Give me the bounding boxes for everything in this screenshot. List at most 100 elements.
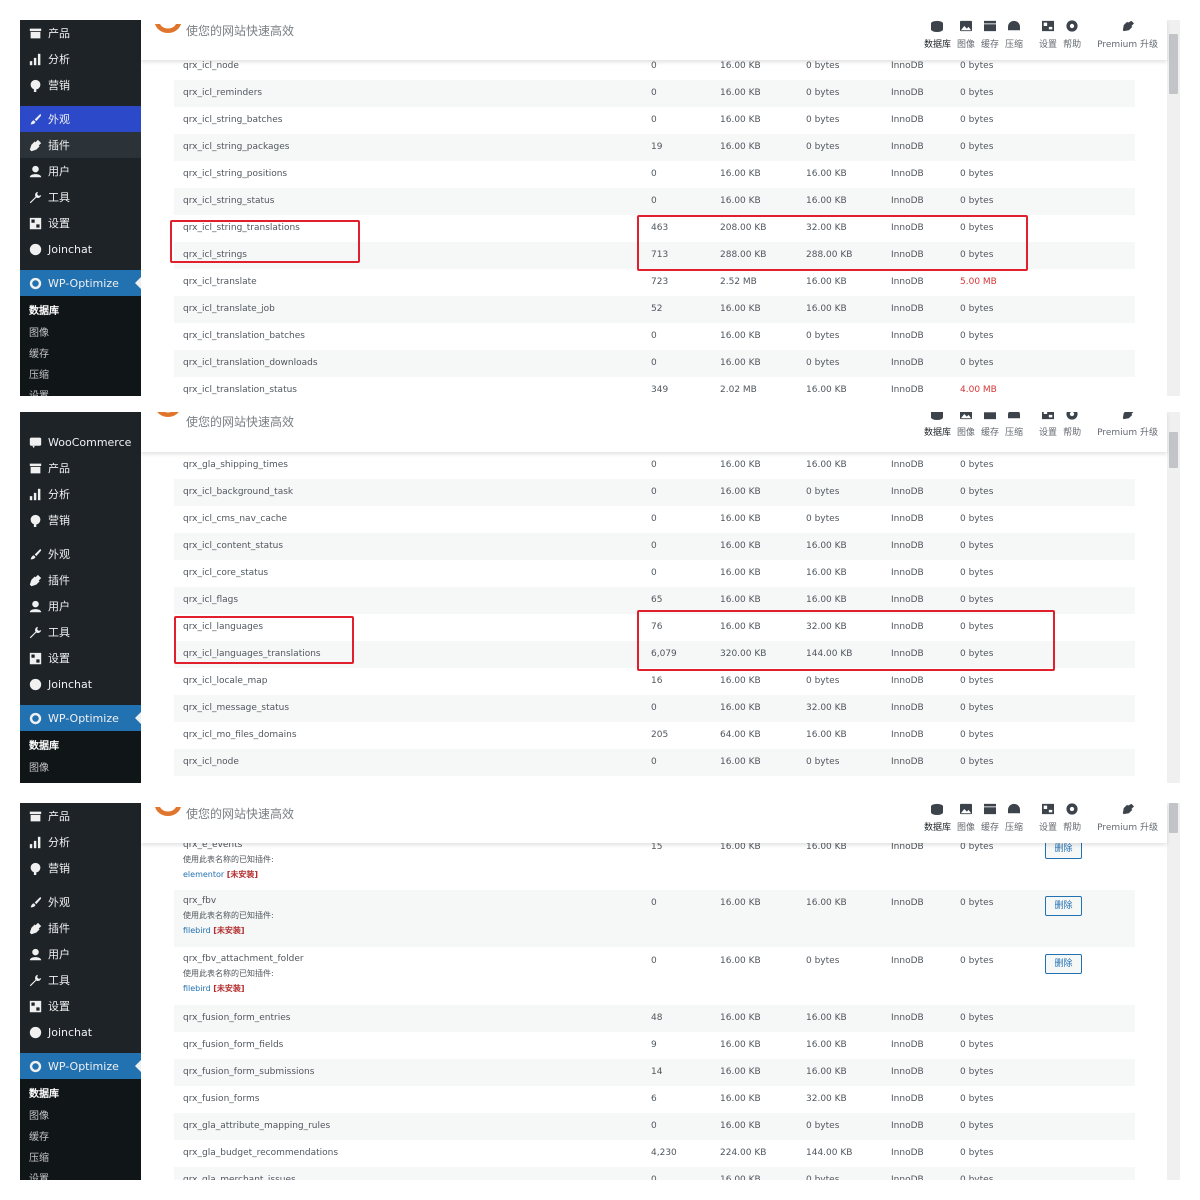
menu-products[interactable]: 产品 [20,803,141,829]
menu-products[interactable]: 产品 [20,20,141,46]
menu-wp-optimize[interactable]: WP-Optimize [20,270,141,296]
menu-plugins[interactable]: 插件 [20,132,141,158]
menu-tools[interactable]: 工具 [20,967,141,993]
menu-products[interactable]: 产品 [20,455,141,481]
tab-help[interactable]: 帮助 [1060,412,1084,448]
menu-label: WooCommerce [48,435,132,449]
scrollbar-thumb[interactable] [1169,34,1178,94]
scrollbar-thumb[interactable] [1169,432,1178,468]
menu-joinchat[interactable]: Joinchat [20,671,141,697]
tab-images[interactable]: 图像 [954,412,978,448]
menu-tools[interactable]: 工具 [20,184,141,210]
records-cell: 349 [651,385,669,395]
scrollbar[interactable] [1167,20,1180,396]
tab-settings[interactable]: 设置 [1036,20,1060,60]
tab-premium[interactable]: Premium 升级 [1094,412,1161,448]
menu-analytics[interactable]: 分析 [20,829,141,855]
menu-wp-optimize[interactable]: WP-Optimize [20,1053,141,1079]
tab-images[interactable]: 图像 [954,20,978,60]
table-name: qrx_icl_string_batches [183,115,283,125]
menu-marketing[interactable]: 营销 [20,72,141,98]
submenu-images[interactable]: 图像 [20,323,141,344]
submenu-minify[interactable]: 压缩 [20,1148,141,1169]
menu-tools[interactable]: 工具 [20,619,141,645]
submenu-database[interactable]: 数据库 [20,1083,141,1106]
delete-table-button[interactable]: 删除 [1045,954,1082,974]
plugin-link[interactable]: filebird [183,926,211,935]
scrollbar-thumb[interactable] [1169,803,1178,833]
submenu-cache[interactable]: 缓存 [20,1127,141,1148]
tab-database[interactable]: 数据库 [921,803,954,843]
tab-minify[interactable]: 压缩 [1002,412,1026,448]
menu-users[interactable]: 用户 [20,593,141,619]
tab-premium[interactable]: Premium 升级 [1094,20,1161,60]
tab-minify[interactable]: 压缩 [1002,803,1026,843]
tab-help[interactable]: 帮助 [1060,803,1084,843]
data-size-cell: 16.00 KB [720,331,761,341]
tab-cache[interactable]: 缓存 [978,20,1002,60]
menu-plugins[interactable]: 插件 [20,567,141,593]
data-size-cell: 2.02 MB [720,385,757,395]
submenu-cache[interactable]: 缓存 [20,344,141,365]
menu-users[interactable]: 用户 [20,158,141,184]
submenu-images[interactable]: 图像 [20,758,141,779]
highlight-box [174,616,354,664]
tab-images[interactable]: 图像 [954,803,978,843]
menu-wp-optimize[interactable]: WP-Optimize [20,705,141,731]
tab-help[interactable]: 帮助 [1060,20,1084,60]
index-size-cell: 16.00 KB [806,568,847,578]
menu-marketing[interactable]: 营销 [20,855,141,881]
menu-settings[interactable]: 设置 [20,210,141,236]
records-cell: 0 [651,757,657,767]
plugin-link[interactable]: filebird [183,984,211,993]
tab-database[interactable]: 数据库 [921,412,954,448]
index-size-cell: 0 bytes [806,142,840,152]
type-cell: InnoDB [891,196,924,206]
menu-appearance[interactable]: 外观 [20,889,141,915]
submenu-database[interactable]: 数据库 [20,300,141,323]
tab-cache[interactable]: 缓存 [978,412,1002,448]
index-size-cell: 16.00 KB [806,196,847,206]
tab-settings[interactable]: 设置 [1036,412,1060,448]
menu-plugins[interactable]: 插件 [20,915,141,941]
menu-analytics[interactable]: 分析 [20,46,141,72]
records-cell: 0 [651,956,657,966]
menu-settings[interactable]: 设置 [20,645,141,671]
overhead-cell: 0 bytes [960,1040,994,1050]
menu-appearance[interactable]: 外观 [20,541,141,567]
submenu-database[interactable]: 数据库 [20,735,141,758]
tab-minify[interactable]: 压缩 [1002,20,1026,60]
menu-appearance[interactable]: 外观 [20,106,141,132]
delete-table-button[interactable]: 删除 [1045,896,1082,916]
minify-icon [1007,20,1021,34]
menu-analytics[interactable]: 分析 [20,481,141,507]
scrollbar[interactable] [1167,803,1180,1180]
menu-label: WP-Optimize [48,276,119,290]
tab-database[interactable]: 数据库 [921,20,954,60]
overhead-cell: 0 bytes [960,703,994,713]
wp-optimize-icon [28,276,42,290]
type-cell: InnoDB [891,757,924,767]
not-installed-label: [未安装] [213,926,245,935]
plugin-link[interactable]: elementor [183,870,224,879]
menu-label: 设置 [48,1000,70,1013]
menu-users[interactable]: 用户 [20,941,141,967]
menu-marketing[interactable]: 营销 [20,507,141,533]
known-plugin-note: 使用此表名称的已知插件: [183,969,274,978]
submenu-images[interactable]: 图像 [20,1106,141,1127]
menu-settings[interactable]: 设置 [20,993,141,1019]
submenu-settings[interactable]: 设置 [20,386,141,396]
tab-cache[interactable]: 缓存 [978,803,1002,843]
menu-joinchat[interactable]: Joinchat [20,236,141,262]
submenu-settings[interactable]: 设置 [20,1169,141,1180]
index-size-cell: 16.00 KB [806,541,847,551]
table-row: qrx_gla_shipping_times 0 16.00 KB 16.00 KB I… [174,452,1135,479]
menu-joinchat[interactable]: Joinchat [20,1019,141,1045]
menu-label: 营销 [48,514,70,527]
submenu-minify[interactable]: 压缩 [20,365,141,386]
plugin-icon [28,573,42,587]
menu-woocommerce[interactable]: WooCommerce [20,429,141,455]
tab-premium[interactable]: Premium 升级 [1094,803,1161,843]
tab-settings[interactable]: 设置 [1036,803,1060,843]
scrollbar[interactable] [1167,412,1180,783]
